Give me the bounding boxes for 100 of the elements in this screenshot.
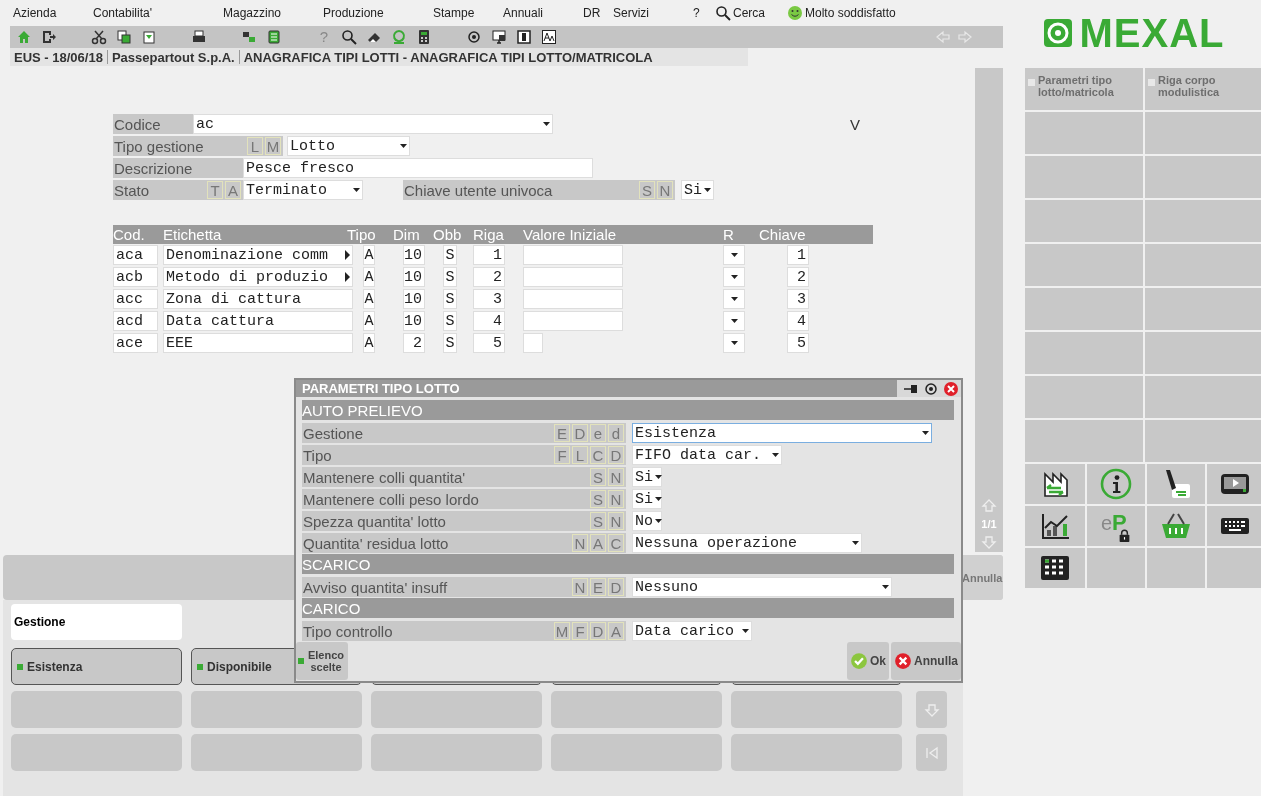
input-field[interactable]: 2 <box>787 267 809 287</box>
input-field[interactable]: 3 <box>473 289 505 309</box>
empty-button[interactable] <box>731 691 902 728</box>
transfer-icon[interactable] <box>241 29 257 45</box>
menu-item[interactable]: Stampe <box>433 6 475 20</box>
empty-button[interactable] <box>1145 200 1261 242</box>
input-field[interactable]: acc <box>113 289 158 309</box>
input-field[interactable]: EEE <box>163 333 353 353</box>
input-field[interactable]: S <box>443 245 457 265</box>
empty-button[interactable] <box>191 734 362 771</box>
input-field[interactable]: A <box>363 245 375 265</box>
empty-button[interactable] <box>551 691 722 728</box>
dropdown[interactable]: Si <box>632 489 662 509</box>
dropdown[interactable]: Nessuna operazione <box>632 533 862 553</box>
input-field[interactable]: 1 <box>473 245 505 265</box>
omega-icon[interactable] <box>391 29 407 45</box>
menu-item[interactable]: Azienda <box>13 6 57 20</box>
radio-icon[interactable] <box>923 380 939 397</box>
input-field[interactable]: 4 <box>473 311 505 331</box>
cancel-button[interactable]: Annulla <box>891 642 961 680</box>
dropdown[interactable]: No <box>632 511 662 531</box>
input-field[interactable]: S <box>443 333 457 353</box>
end-button[interactable] <box>916 734 947 771</box>
input-field[interactable]: 2 <box>403 333 425 353</box>
dropdown[interactable]: Si <box>681 180 714 200</box>
input-field[interactable]: Metodo di produzio <box>163 267 353 287</box>
empty-button[interactable] <box>1145 332 1261 374</box>
empty-button[interactable] <box>731 734 902 771</box>
input-field[interactable]: A <box>363 267 375 287</box>
input-field[interactable]: 10 <box>403 267 425 287</box>
input-field[interactable]: A <box>363 311 375 331</box>
icon-button[interactable] <box>1207 464 1261 504</box>
menu-item[interactable]: Contabilita' <box>93 6 152 20</box>
input-field[interactable]: acb <box>113 267 158 287</box>
dropdown[interactable]: Terminato <box>243 180 363 200</box>
ok-button[interactable]: Ok <box>847 642 889 680</box>
empty-button[interactable] <box>191 691 362 728</box>
page-down-button[interactable] <box>916 691 947 728</box>
empty-button[interactable] <box>1025 288 1143 330</box>
up-icon[interactable] <box>981 498 997 514</box>
empty-button[interactable] <box>1025 332 1143 374</box>
dropdown[interactable]: Nessuno <box>632 577 892 597</box>
empty-button[interactable] <box>11 691 182 728</box>
input-field[interactable] <box>523 311 623 331</box>
contrast-icon[interactable] <box>516 29 532 45</box>
dropdown[interactable]: Data carico <box>632 621 752 641</box>
empty-button[interactable] <box>371 691 542 728</box>
icon-button[interactable] <box>1207 506 1261 546</box>
input-field[interactable]: A <box>363 289 375 309</box>
menu-item[interactable]: ? <box>693 6 700 20</box>
menu-item[interactable]: Magazzino <box>223 6 282 20</box>
empty-button[interactable] <box>1025 200 1143 242</box>
input-field[interactable]: acd <box>113 311 158 331</box>
input-field[interactable] <box>523 289 623 309</box>
input-field[interactable] <box>523 267 623 287</box>
menu-item[interactable]: Servizi <box>613 6 649 20</box>
dropdown[interactable] <box>723 333 745 353</box>
input-field[interactable]: 4 <box>787 311 809 331</box>
icon-button[interactable] <box>1025 548 1085 588</box>
menu-item[interactable]: Molto soddisfatto <box>787 5 896 21</box>
input-field[interactable]: ace <box>113 333 158 353</box>
dropdown[interactable]: Esistenza <box>632 423 932 443</box>
radio-icon[interactable] <box>466 29 482 45</box>
function-button[interactable]: Esistenza <box>11 648 182 685</box>
empty-button[interactable] <box>1145 156 1261 198</box>
empty-button[interactable] <box>1145 112 1261 154</box>
empty-button[interactable] <box>551 734 722 771</box>
monitor-icon[interactable] <box>491 29 507 45</box>
empty-button[interactable] <box>1025 376 1143 418</box>
menu-item[interactable]: DR <box>583 6 601 20</box>
dropdown[interactable] <box>723 311 745 331</box>
dropdown[interactable]: FIFO data car. <box>632 445 782 465</box>
menu-item[interactable]: Produzione <box>323 6 384 20</box>
input-field[interactable]: Data cattura <box>163 311 353 331</box>
dropdown[interactable]: Si <box>632 467 662 487</box>
input-field[interactable]: S <box>443 289 457 309</box>
close-icon[interactable] <box>943 380 959 397</box>
dropdown[interactable]: Lotto <box>287 136 410 156</box>
dropdown[interactable] <box>723 245 745 265</box>
paste-icon[interactable] <box>141 29 157 45</box>
empty-button[interactable] <box>1025 112 1143 154</box>
empty-button[interactable] <box>1025 156 1143 198</box>
input-field[interactable]: 2 <box>473 267 505 287</box>
input-field[interactable]: 3 <box>787 289 809 309</box>
empty-button[interactable] <box>1025 244 1143 286</box>
font-size-icon[interactable] <box>541 29 557 45</box>
input-field[interactable] <box>523 245 623 265</box>
notebook-icon[interactable] <box>266 29 282 45</box>
input-field[interactable]: 5 <box>787 333 809 353</box>
icon-button[interactable] <box>1087 464 1145 504</box>
scissors-icon[interactable] <box>91 29 107 45</box>
calculator-icon[interactable] <box>416 29 432 45</box>
list-button[interactable]: Elenco scelte <box>296 642 348 680</box>
empty-button[interactable] <box>371 734 542 771</box>
icon-button[interactable] <box>1025 506 1085 546</box>
empty-button[interactable] <box>1145 244 1261 286</box>
input-field[interactable]: 10 <box>403 311 425 331</box>
input-field[interactable]: Denominazione comm <box>163 245 353 265</box>
input-field[interactable]: A <box>363 333 375 353</box>
home-icon[interactable] <box>16 29 32 45</box>
